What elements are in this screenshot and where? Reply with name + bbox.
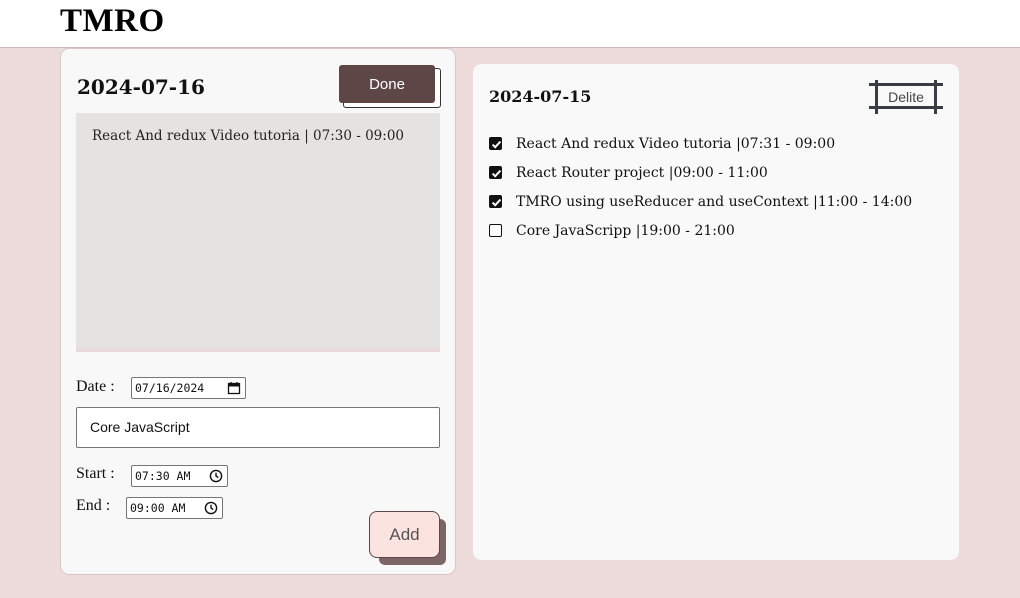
date-input[interactable]: 07/16/2024 — [131, 377, 246, 399]
done-button[interactable]: Done — [339, 65, 435, 103]
task-editor-card: 2024-07-16 Done React And redux Video tu… — [60, 48, 456, 575]
delete-button-wrapper: Delite — [869, 80, 943, 114]
start-time-input[interactable]: 07:30 AM — [131, 465, 228, 487]
end-time-value: 09:00 AM — [130, 501, 186, 515]
top-bar: TMRO — [0, 0, 1020, 48]
task-preview-item: React And redux Video tutoria | 07:30 - … — [92, 128, 404, 144]
task-checkbox[interactable] — [489, 166, 502, 179]
start-label: Start : — [76, 465, 115, 482]
date-label: Date : — [76, 378, 115, 395]
task-checkbox[interactable] — [489, 195, 502, 208]
task-name-input[interactable]: Core JavaScript — [76, 407, 440, 448]
editor-date-heading: 2024-07-16 — [77, 75, 205, 99]
delete-button[interactable]: Delite — [869, 80, 943, 114]
calendar-icon[interactable] — [226, 380, 242, 396]
task-checkbox[interactable] — [489, 137, 502, 150]
checkmark-icon — [491, 169, 502, 178]
checkmark-icon — [491, 198, 502, 207]
app-title: TMRO — [60, 3, 165, 39]
task-list-item: TMRO using useReducer and useContext |11… — [489, 187, 912, 216]
task-item-label: Core JavaScripp |19:00 - 21:00 — [516, 222, 735, 239]
day-tasks-card: 2024-07-15 Delite React And redux Video … — [473, 64, 959, 560]
end-label: End : — [76, 497, 111, 514]
task-list-item: Core JavaScripp |19:00 - 21:00 — [489, 216, 912, 245]
start-time-value: 07:30 AM — [135, 469, 191, 483]
task-item-label: React And redux Video tutoria |07:31 - 0… — [516, 135, 836, 152]
task-list-item: React And redux Video tutoria |07:31 - 0… — [489, 129, 912, 158]
clock-icon[interactable] — [208, 468, 224, 484]
task-preview-area: React And redux Video tutoria | 07:30 - … — [76, 113, 440, 352]
task-list-item: React Router project |09:00 - 11:00 — [489, 158, 912, 187]
checkmark-icon — [491, 140, 502, 149]
task-item-label: React Router project |09:00 - 11:00 — [516, 164, 768, 181]
day-date-heading: 2024-07-15 — [489, 87, 592, 106]
add-task-button[interactable]: Add — [369, 511, 440, 558]
task-list: React And redux Video tutoria |07:31 - 0… — [489, 129, 912, 245]
date-input-value: 07/16/2024 — [135, 381, 205, 395]
task-item-label: TMRO using useReducer and useContext |11… — [516, 193, 913, 210]
clock-icon[interactable] — [203, 500, 219, 516]
end-time-input[interactable]: 09:00 AM — [126, 497, 223, 519]
task-checkbox[interactable] — [489, 224, 502, 237]
